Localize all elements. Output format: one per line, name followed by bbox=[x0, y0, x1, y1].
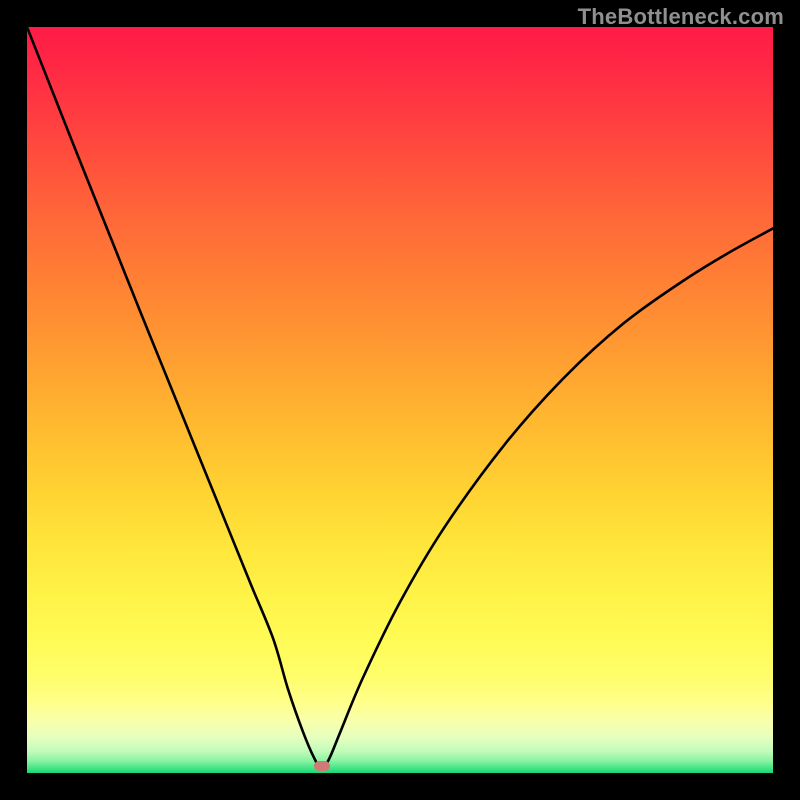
minimum-marker bbox=[314, 761, 330, 771]
chart-frame bbox=[27, 27, 773, 773]
bottleneck-curve bbox=[27, 27, 773, 773]
